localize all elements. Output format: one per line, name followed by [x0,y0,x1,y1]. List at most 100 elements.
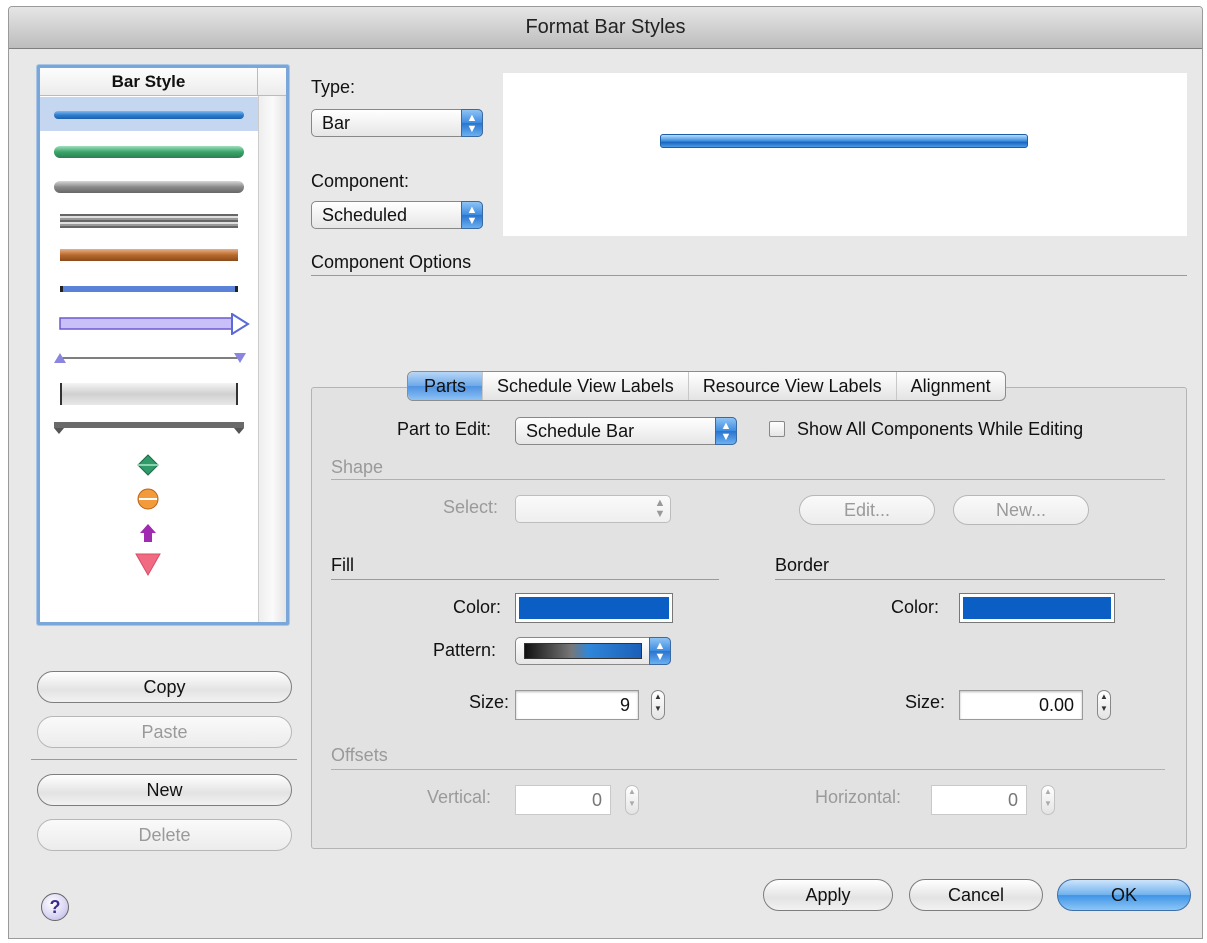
fill-color-label: Color: [453,597,502,617]
gray-rounded-bar-sample [54,181,244,193]
fill-pattern-popup[interactable]: ▲ ▼ [515,637,671,665]
type-value: Bar [322,113,351,133]
fill-pattern-label: Pattern: [433,640,497,660]
list-header: Bar Style [40,68,286,96]
border-size-field[interactable]: 0.00 [959,690,1083,720]
type-label: Type: [311,77,356,97]
tab-bar: Parts Schedule View Labels Resource View… [407,371,1006,401]
updown-arrows-icon: ▲ ▼ [654,497,666,520]
updown-arrows-icon: ▲ ▼ [715,417,737,445]
updown-arrows-icon: ▲ ▼ [461,109,483,137]
shape-divider [331,479,1165,480]
triangle-line-bar-sample [54,353,246,363]
shape-new-button[interactable]: New... [953,495,1089,525]
tab-parts[interactable]: Parts [408,372,483,400]
shape-select-label: Select: [443,497,499,517]
format-bar-styles-window: Format Bar Styles Bar Style Copy Paste N… [8,6,1203,939]
fill-pattern-preview [524,643,642,659]
fill-size-field[interactable]: 9 [515,690,639,720]
fill-color-swatch [519,597,669,619]
bar-style-list[interactable]: Bar Style [37,65,289,625]
delete-button[interactable]: Delete [37,819,292,851]
component-options-label: Component Options [311,252,472,272]
offsets-divider [331,769,1165,770]
border-size-label: Size: [905,692,946,712]
paste-button[interactable]: Paste [37,716,292,748]
updown-arrows-icon: ▲ ▼ [461,201,483,229]
vertical-offset-field[interactable]: 0 [515,785,611,815]
part-to-edit-label: Part to Edit: [397,419,492,439]
purple-arrow-up-icon [140,524,156,542]
apply-button[interactable]: Apply [763,879,893,911]
list-item-light-bracket-bar[interactable] [40,377,258,411]
orange-bar-sample [60,249,238,261]
bar-style-column-header[interactable]: Bar Style [40,68,258,96]
list-item-orange-circle[interactable] [40,482,258,516]
fill-size-label: Size: [469,692,510,712]
pink-triangle-down-icon [135,553,161,576]
left-divider [31,759,297,760]
help-button[interactable]: ? [41,893,69,921]
gray-striped-bar-sample [60,214,238,228]
list-item-green-diamond[interactable] [40,447,258,481]
horizontal-offset-field[interactable]: 0 [931,785,1027,815]
shape-select-popup[interactable]: ▲ ▼ [515,495,671,523]
shape-edit-button[interactable]: Edit... [799,495,935,525]
updown-arrows-icon: ▲ ▼ [649,637,671,665]
new-button[interactable]: New [37,774,292,806]
horizontal-offset-stepper[interactable]: ▲ ▼ [1041,785,1055,815]
list-item-purple-arrow-up[interactable] [40,517,258,551]
copy-button[interactable]: Copy [37,671,292,703]
vertical-offset-label: Vertical: [427,787,492,807]
cancel-button[interactable]: Cancel [909,879,1043,911]
orange-circle-icon [137,488,159,510]
border-size-stepper[interactable]: ▲ ▼ [1097,690,1111,720]
bar-preview [503,73,1187,236]
list-item-blue-bracket-bar[interactable] [40,272,258,306]
horizontal-offset-label: Horizontal: [815,787,902,807]
list-item-orange-bar[interactable] [40,237,258,271]
tab-alignment[interactable]: Alignment [895,372,1005,400]
list-item-summary-bar[interactable] [40,412,258,446]
fill-heading: Fill [331,555,354,575]
tab-resource-view-labels[interactable]: Resource View Labels [687,372,896,400]
ok-button[interactable]: OK [1057,879,1191,911]
part-to-edit-popup[interactable]: Schedule Bar ▲ ▼ [515,417,737,445]
fill-divider [331,579,719,580]
fill-size-stepper[interactable]: ▲ ▼ [651,690,665,720]
window-title: Format Bar Styles [9,7,1202,49]
blue-rounded-bar-sample [54,111,244,119]
list-item-purple-arrow-bar[interactable] [40,307,258,341]
tab-schedule-view-labels[interactable]: Schedule View Labels [482,372,688,400]
vertical-offset-stepper[interactable]: ▲ ▼ [625,785,639,815]
list-scrollbar[interactable] [258,96,286,622]
show-all-components-label: Show All Components While Editing [797,419,1084,439]
light-bracket-bar-sample [60,383,238,405]
component-label: Component: [311,171,410,191]
list-item-pink-triangle-down[interactable] [40,552,258,586]
summary-bar-sample [54,422,244,434]
border-heading: Border [775,555,830,575]
border-color-swatch [963,597,1111,619]
preview-bar-sample [660,134,1028,148]
green-rounded-bar-sample [54,146,244,158]
show-all-components-checkbox[interactable] [769,421,785,437]
offsets-heading: Offsets [331,745,388,765]
blue-bracket-bar-sample [60,286,238,292]
border-divider [775,579,1165,580]
shape-heading: Shape [331,457,384,477]
list-item-green-rounded-bar[interactable] [40,132,258,166]
purple-arrow-bar-sample [59,313,250,335]
green-diamond-icon [137,454,159,476]
list-item-gray-striped-bar[interactable] [40,202,258,236]
list-item-triangle-line-bar[interactable] [40,342,258,376]
fill-color-well[interactable] [515,593,673,623]
type-popup[interactable]: Bar ▲ ▼ [311,109,483,137]
part-to-edit-value: Schedule Bar [526,421,635,441]
component-popup[interactable]: Scheduled ▲ ▼ [311,201,483,229]
border-color-well[interactable] [959,593,1115,623]
border-color-label: Color: [891,597,940,617]
list-item-gray-rounded-bar[interactable] [40,167,258,201]
list-item-blue-rounded-bar[interactable] [40,97,258,131]
component-options-divider [311,275,1187,276]
